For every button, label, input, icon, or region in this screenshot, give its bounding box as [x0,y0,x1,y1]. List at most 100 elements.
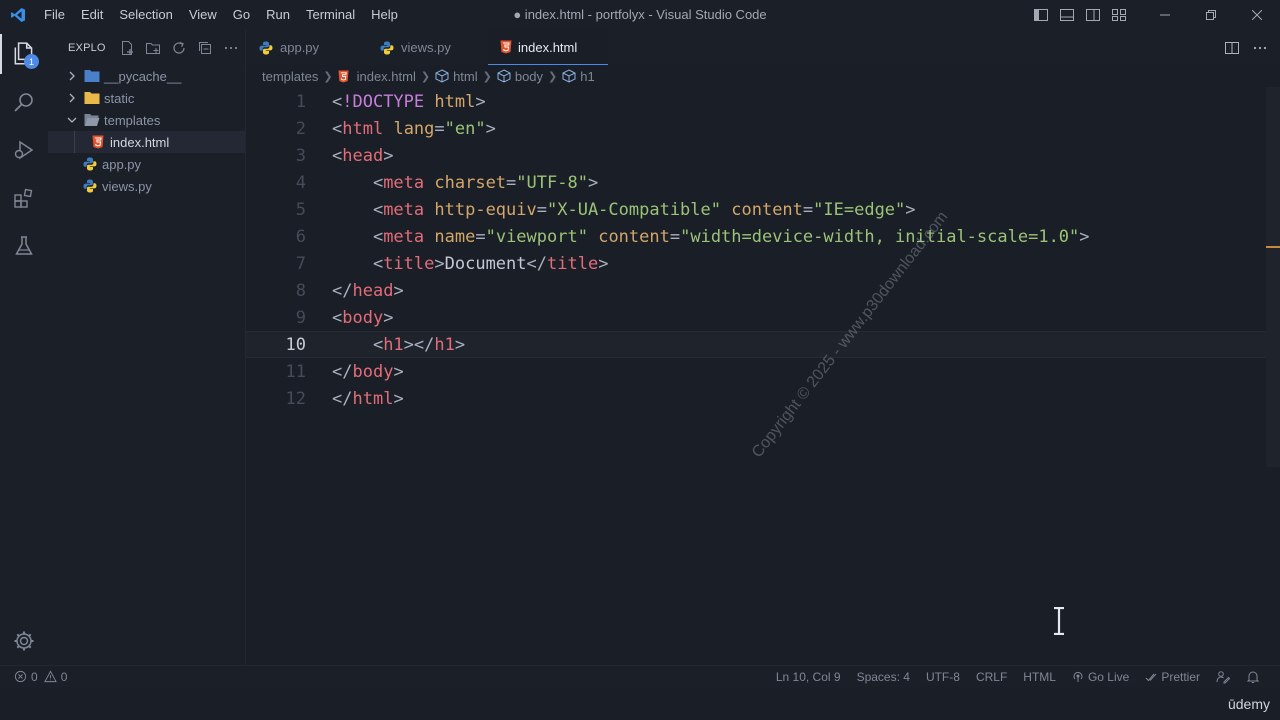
editor-scrollbar[interactable] [1266,87,1280,467]
breadcrumb-body[interactable]: body [497,69,543,84]
menu-go[interactable]: Go [225,0,258,30]
code-token: < [332,172,384,193]
split-editor-icon[interactable] [1218,34,1246,62]
code-token: "IE=edge" [813,199,906,220]
code-token: > [905,199,916,220]
scroll-marker [1266,246,1280,248]
search-icon [14,93,33,112]
code-line[interactable]: 7 <title>Document</title> [246,250,1266,277]
restore-icon[interactable] [1188,0,1234,30]
tree-file-views-py[interactable]: views.py [48,175,245,197]
tree-file-app-py[interactable]: app.py [48,153,245,175]
code-line[interactable]: 2 <html lang="en"> [246,115,1266,142]
minimize-icon[interactable] [1142,0,1188,30]
close-window-icon[interactable] [1234,0,1280,30]
editor-more-icon[interactable] [1246,34,1274,62]
title-bar: File Edit Selection View Go Run Terminal… [0,0,1280,30]
menu-run[interactable]: Run [258,0,298,30]
refresh-icon[interactable] [166,37,192,59]
code-line[interactable]: 3 <head> [246,142,1266,169]
code-line[interactable]: 8 </head> [246,277,1266,304]
search-button[interactable] [0,78,48,126]
prettier-button[interactable]: Prettier [1137,670,1208,684]
tab-app-py[interactable]: app.py [246,30,367,65]
breadcrumb-templates[interactable]: templates [262,69,318,84]
tab-index-html[interactable]: index.html [488,30,608,65]
tree-folder-pycache[interactable]: __pycache__ [48,65,245,87]
code-line[interactable]: 12 </html> [246,385,1266,412]
tree-folder-templates[interactable]: templates [48,109,245,131]
go-live-button[interactable]: Go Live [1064,670,1137,684]
breadcrumb-label: index.html [356,68,416,84]
code-line[interactable]: 4 <meta charset="UTF-8"> [246,169,1266,196]
extensions-button[interactable] [0,174,48,222]
collapse-all-icon[interactable] [192,37,218,59]
code-editor[interactable]: 1 <!DOCTYPE html> 2 <html lang="en"> 3 <head>… [246,87,1280,665]
python-icon [379,40,395,56]
code-token: "width=device-width, initial-scale=1.0" [680,226,1080,247]
more-actions-icon[interactable] [218,37,244,59]
warning-count: 0 [60,669,68,684]
problems-status[interactable]: 0 0 [14,670,75,684]
chevron-right-icon [64,68,80,84]
code-token: "viewport" [485,226,588,247]
code-token: < [332,91,343,112]
run-debug-button[interactable] [0,126,48,174]
indentation[interactable]: Spaces: 4 [849,670,918,684]
error-count: 0 [31,669,38,684]
notifications-icon[interactable] [1238,670,1268,684]
menu-view[interactable]: View [181,0,225,30]
code-token: ></ [403,334,435,355]
code-line[interactable]: 9 <body> [246,304,1266,331]
menu-terminal[interactable]: Terminal [298,0,363,30]
menu-help[interactable]: Help [363,0,406,30]
manage-button[interactable] [0,617,48,665]
feedback-icon[interactable] [1208,670,1238,684]
language-mode[interactable]: HTML [1015,670,1064,684]
status-bar: 0 0 Ln 10, Col 9 Spaces: 4 UTF-8 CRLF HT… [0,665,1280,687]
menu-file[interactable]: File [36,0,73,30]
new-file-icon[interactable] [114,37,140,59]
customize-layout-icon[interactable] [1106,0,1132,30]
code-line[interactable]: 1 <!DOCTYPE html> [246,88,1266,115]
tree-file-index-html[interactable]: index.html [48,131,245,153]
code-line[interactable]: 6 <meta name="viewport" content="width=d… [246,223,1266,250]
code-token: < [332,307,343,328]
new-folder-icon[interactable] [140,37,166,59]
code-token: html [342,118,384,139]
toggle-sidebar-icon[interactable] [1028,0,1054,30]
code-token: content [598,226,670,247]
code-line[interactable]: 11 </body> [246,358,1266,385]
code-token: Document [444,253,527,274]
toggle-secondary-sidebar-icon[interactable] [1080,0,1106,30]
breadcrumb-h1[interactable]: h1 [562,68,595,84]
line-number: 6 [295,226,306,247]
code-token: > [393,388,404,409]
cursor-position[interactable]: Ln 10, Col 9 [768,670,849,684]
testing-button[interactable] [0,222,48,270]
breadcrumb-label: h1 [580,68,595,84]
end-of-line[interactable]: CRLF [968,670,1015,684]
menu-selection[interactable]: Selection [111,0,180,30]
code-token: = [669,226,681,247]
code-line[interactable]: 5 <meta http-equiv="X-UA-Compatible" con… [246,196,1266,223]
toggle-panel-icon[interactable] [1054,0,1080,30]
folder-icon [84,90,100,106]
explorer-button[interactable]: 1 [0,30,48,78]
encoding[interactable]: UTF-8 [918,670,968,684]
code-token: http-equiv [434,199,537,220]
code-text: <head> [332,146,393,166]
code-token: < [332,118,343,139]
line-number: 8 [295,280,306,301]
menu-edit[interactable]: Edit [73,0,111,30]
breadcrumb-html[interactable]: html [435,69,478,84]
tab-views-py[interactable]: views.py [367,30,488,65]
breadcrumb-index-html[interactable]: index.html [338,69,416,84]
code-text: <title>Document</title> [332,253,609,274]
code-token: meta [383,199,425,220]
element-cube-icon [562,69,576,83]
check-double-icon [1145,673,1157,682]
tree-folder-static[interactable]: static [48,87,245,109]
code-line[interactable]: 10 <h1></h1> [246,331,1266,358]
